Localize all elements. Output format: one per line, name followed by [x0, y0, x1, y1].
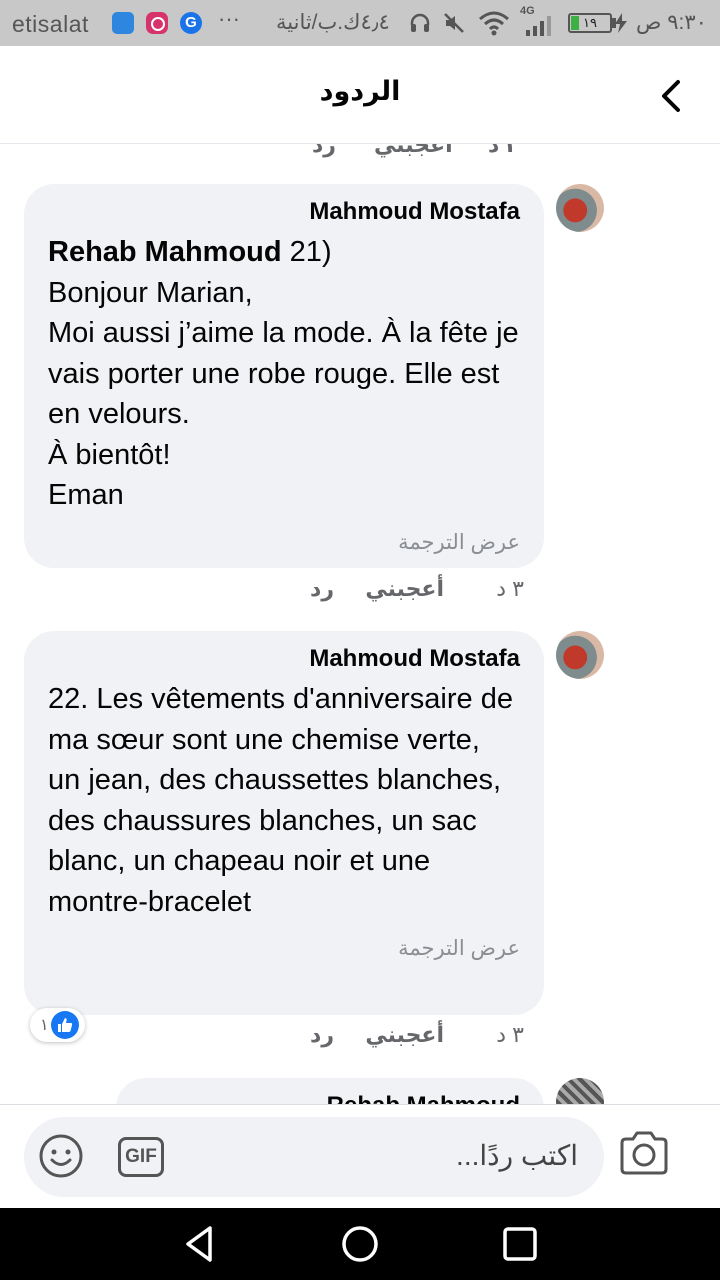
back-triangle-icon[interactable]: [178, 1222, 222, 1266]
replies-list[interactable]: رد أعجبني ٣ د Mahmoud Mostafa Rehab Mahm…: [0, 144, 720, 1104]
recents-square-icon[interactable]: [498, 1222, 542, 1266]
home-circle-icon[interactable]: [338, 1222, 382, 1266]
comment-author[interactable]: Rehab Mahmoud: [140, 1092, 520, 1104]
reply-composer: GIF: [0, 1104, 720, 1208]
see-translation-link[interactable]: عرض الترجمة: [48, 530, 520, 555]
headphones-icon: [410, 13, 430, 32]
emoji-icon[interactable]: [38, 1133, 84, 1179]
charging-icon: [615, 13, 627, 33]
battery-level: ١٩: [583, 15, 597, 30]
gif-button[interactable]: GIF: [118, 1137, 164, 1177]
comment-author[interactable]: Mahmoud Mostafa: [48, 198, 520, 226]
comment-bubble[interactable]: Mahmoud Mostafa 22. Les vêtements d'anni…: [24, 631, 544, 1015]
battery-icon: ١٩: [568, 13, 612, 33]
replies-header: الردود: [0, 46, 720, 144]
like-reaction-icon: [50, 1011, 79, 1039]
reply-input[interactable]: [278, 1140, 578, 1172]
comment-time: ٣ د: [488, 144, 519, 157]
reaction-summary[interactable]: ١: [30, 1008, 85, 1042]
reply-link[interactable]: رد: [312, 144, 336, 158]
reply-link[interactable]: رد: [310, 1022, 334, 1048]
partial-comment-actions: رد أعجبني ٣ د: [300, 144, 540, 162]
page-title: الردود: [319, 76, 401, 106]
comment-actions: ٣ د أعجبني رد: [300, 576, 524, 606]
camera-icon[interactable]: [618, 1129, 670, 1177]
comment-author[interactable]: Mahmoud Mostafa: [48, 645, 520, 673]
comment-bubble[interactable]: Mahmoud Mostafa Rehab Mahmoud 21) Bonjou…: [24, 184, 544, 568]
more-notifications-icon: ···: [218, 6, 240, 31]
comment-bubble[interactable]: Rehab Mahmoud: [116, 1078, 544, 1104]
avatar[interactable]: [556, 631, 604, 679]
wifi-icon: [479, 11, 509, 36]
carrier-label: etisalat: [12, 11, 89, 37]
comment-body: 22. Les vêtements d'anniversaire de ma s…: [48, 683, 513, 918]
like-link[interactable]: أعجبني: [365, 1022, 444, 1048]
see-translation-link[interactable]: عرض الترجمة: [48, 936, 520, 961]
reply-input-container[interactable]: GIF: [24, 1117, 604, 1197]
reaction-count: ١: [40, 1017, 49, 1034]
message-icon: [112, 12, 134, 34]
mute-icon: [444, 13, 464, 33]
reply-link[interactable]: رد: [310, 576, 334, 602]
comment-time: ٣ د: [496, 1022, 524, 1047]
status-bar: etisalat G ··· ٤٫٤ك.ب/ثانية 4G ١٩ ٩:٣٠ ص: [0, 0, 720, 46]
comment-text: Rehab Mahmoud 21) Bonjour Marian, Moi au…: [48, 232, 520, 516]
system-navigation-bar: [0, 1208, 720, 1280]
comment-time: ٣ د: [496, 576, 524, 601]
data-speed: ٤٫٤ك.ب/ثانية: [276, 11, 390, 34]
google-icon: G: [180, 12, 202, 34]
clock: ٩:٣٠ ص: [636, 11, 707, 34]
instagram-icon: [146, 12, 168, 34]
like-link[interactable]: أعجبني: [365, 576, 444, 602]
back-arrow-icon[interactable]: [650, 74, 694, 118]
avatar[interactable]: [556, 1078, 604, 1104]
like-link[interactable]: أعجبني: [374, 144, 453, 158]
comment-actions: ٣ د أعجبني رد: [300, 1022, 524, 1052]
mention-link[interactable]: Rehab Mahmoud: [48, 236, 282, 268]
avatar[interactable]: [556, 184, 604, 232]
comment-body: Bonjour Marian, Moi aussi j’aime la mode…: [48, 276, 519, 512]
signal-icon: [526, 16, 551, 36]
mention-suffix: 21): [281, 236, 332, 268]
